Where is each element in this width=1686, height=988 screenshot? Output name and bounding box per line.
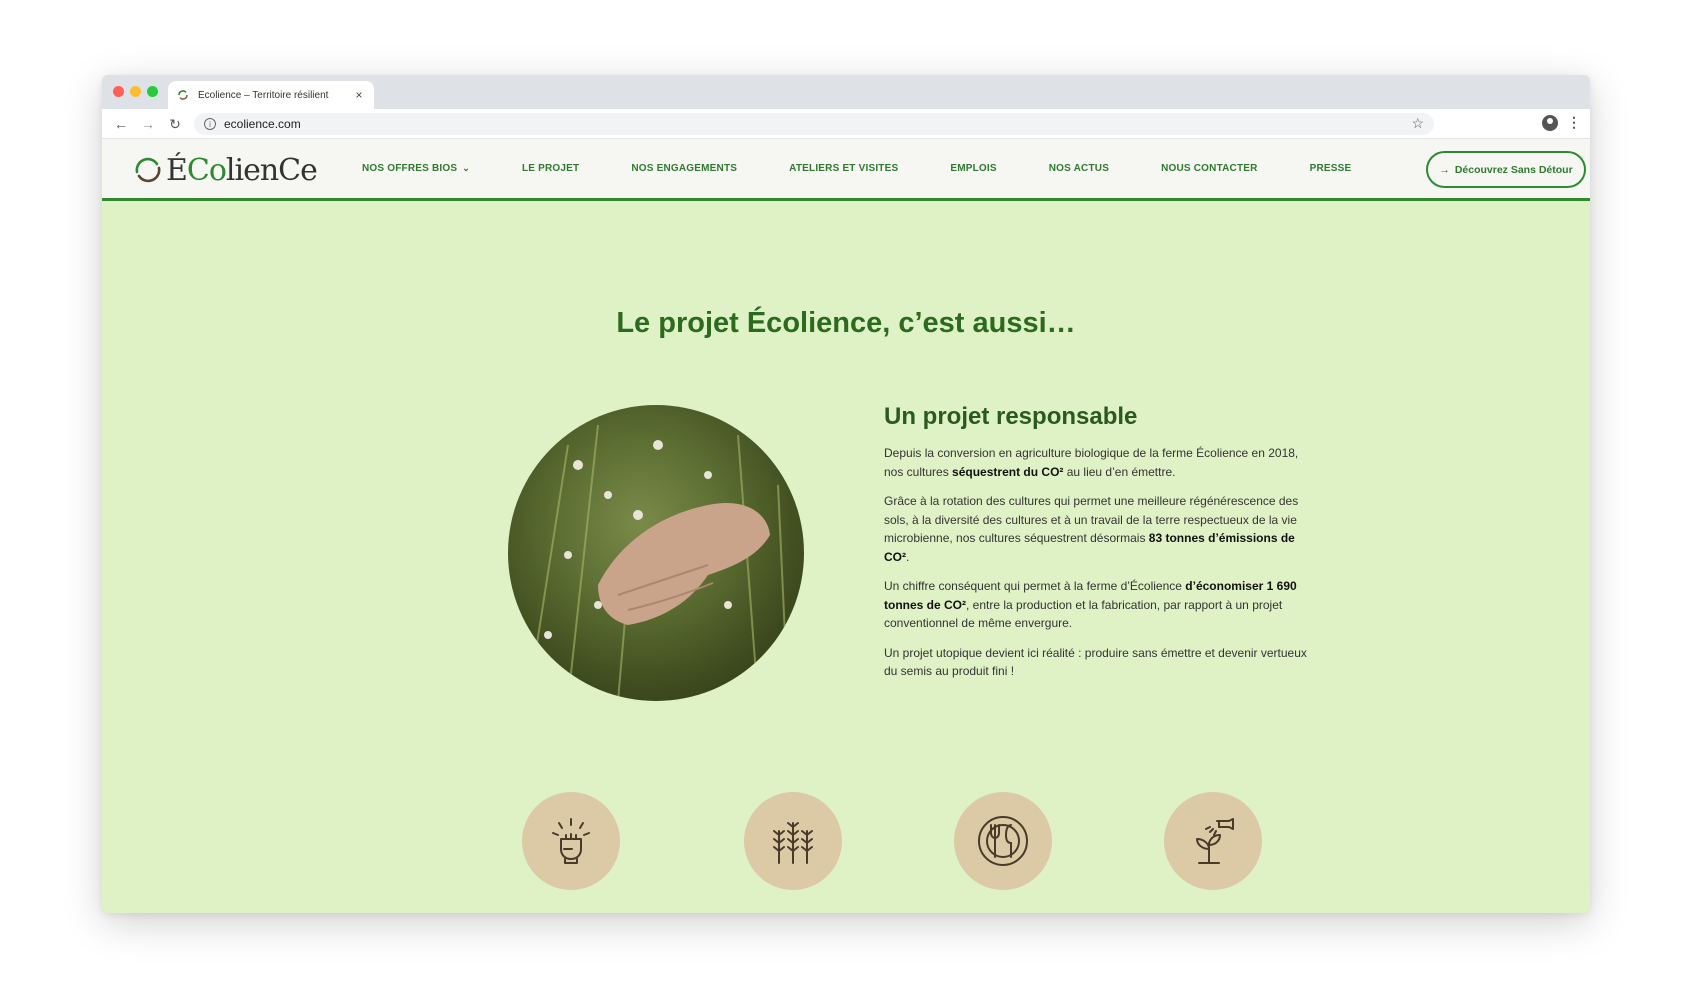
nav-item-ateliers[interactable]: ATELIERS ET VISITES — [789, 163, 898, 174]
nav-item-le-projet[interactable]: LE PROJET — [522, 163, 579, 174]
main-nav: NOS OFFRES BIOS ⌄ LE PROJET NOS ENGAGEMEN… — [362, 139, 1403, 198]
cta-button[interactable]: → Découvrez Sans Détour — [1426, 151, 1586, 188]
info-icon[interactable]: i — [204, 118, 216, 130]
nav-item-presse[interactable]: PRESSE — [1310, 163, 1352, 174]
bookmark-star-icon[interactable]: ☆ — [1411, 115, 1424, 132]
logo-text: ÉColienCe — [166, 152, 318, 188]
wheat-icon — [744, 792, 842, 890]
chevron-down-icon: ⌄ — [462, 163, 470, 173]
minimize-window-button[interactable] — [130, 86, 141, 97]
cta-label: Découvrez Sans Détour — [1454, 163, 1573, 176]
nav-item-contacter[interactable]: NOUS CONTACTER — [1161, 163, 1258, 174]
reload-icon[interactable]: ↻ — [166, 115, 184, 133]
maximize-window-button[interactable] — [147, 86, 158, 97]
paragraph-3: Un chiffre conséquent qui permet à la fe… — [884, 579, 1297, 630]
page-title: Le projet Écolience, c’est aussi… — [616, 307, 1076, 339]
seedling-watering-icon — [1164, 792, 1262, 890]
kebab-menu-icon[interactable]: ⋮ — [1567, 114, 1581, 131]
site-header: ÉColienCe NOS OFFRES BIOS ⌄ LE PROJET NOS… — [102, 139, 1590, 201]
raised-fist-icon — [522, 792, 620, 890]
nav-item-emplois[interactable]: EMPLOIS — [950, 163, 996, 174]
plate-cutlery-icon — [954, 792, 1052, 890]
nav-item-offres-bios[interactable]: NOS OFFRES BIOS ⌄ — [362, 163, 470, 174]
tab-close-icon[interactable]: × — [352, 88, 366, 102]
browser-window: Écolience – Territoire résilient × ← → ↻… — [102, 75, 1590, 913]
close-window-button[interactable] — [113, 86, 124, 97]
paragraph-2: Grâce à la rotation des cultures qui per… — [884, 494, 1299, 564]
engagement-icons — [102, 792, 1590, 890]
arrow-right-icon: → — [1439, 163, 1450, 176]
tab-title: Écolience – Territoire résilient — [198, 89, 329, 101]
section-heading: Un projet responsable — [884, 403, 1138, 430]
tab-strip: Écolience – Territoire résilient × — [102, 75, 1590, 109]
logo-swirl-icon — [135, 157, 161, 183]
profile-icon[interactable] — [1542, 115, 1558, 131]
favicon-icon — [176, 88, 190, 102]
section-body: Depuis la conversion en agriculture biol… — [884, 444, 1314, 692]
nav-item-engagements[interactable]: NOS ENGAGEMENTS — [631, 163, 737, 174]
paragraph-1: Depuis la conversion en agriculture biol… — [884, 446, 1299, 479]
back-arrow-icon[interactable]: ← — [112, 115, 130, 133]
paragraph-4: Un projet utopique devient ici réalité :… — [884, 645, 1307, 679]
hand-flowers-photo — [508, 405, 804, 701]
browser-tab[interactable]: Écolience – Territoire résilient × — [168, 81, 374, 109]
url-input[interactable]: i ecolience.com ☆ — [194, 113, 1434, 135]
address-bar: ← → ↻ i ecolience.com ☆ ⋮ — [102, 109, 1590, 139]
nav-item-actus[interactable]: NOS ACTUS — [1049, 163, 1109, 174]
url-text: ecolience.com — [224, 117, 301, 131]
forward-arrow-icon[interactable]: → — [139, 115, 157, 133]
logo[interactable]: ÉColienCe — [132, 151, 318, 189]
